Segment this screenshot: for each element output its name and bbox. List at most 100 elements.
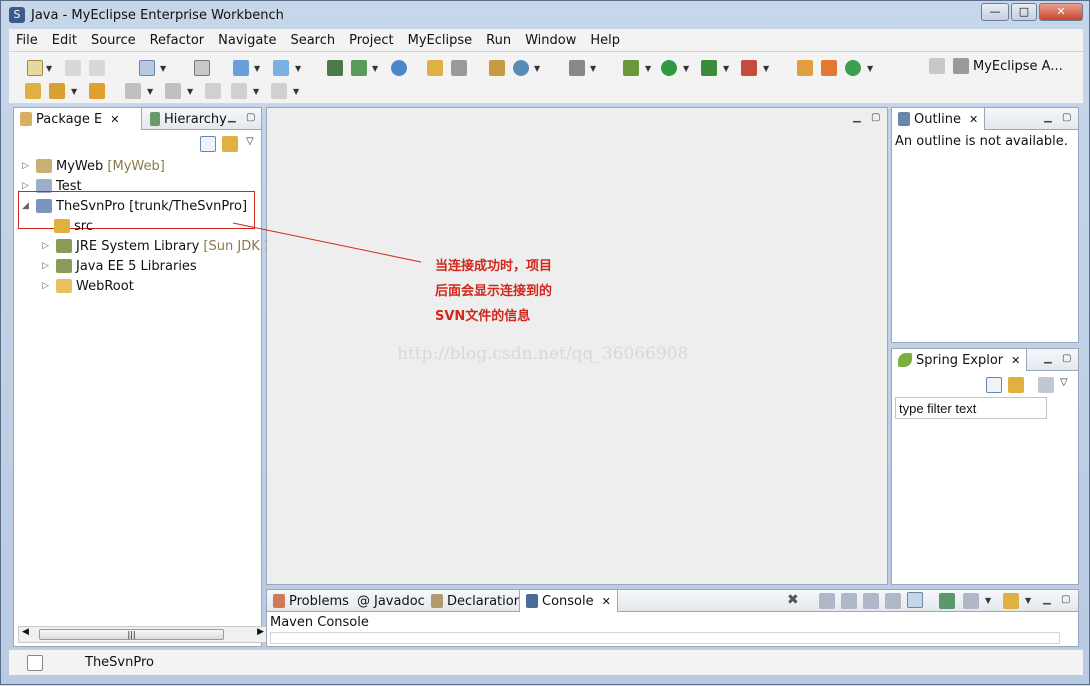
coverage-icon[interactable] [741,60,757,76]
close-icon[interactable]: ✕ [602,595,611,608]
previous-annotation-dropdown-icon[interactable]: ▼ [187,87,193,96]
show-console-icon[interactable] [907,592,923,608]
menu-myeclipse[interactable]: MyEclipse [401,33,480,48]
web-services-icon[interactable] [513,60,529,76]
run-external-icon[interactable] [701,60,717,76]
new-class-icon[interactable] [351,60,367,76]
expand-arrow-icon[interactable]: ▷ [22,161,36,171]
maximize-editor-icon[interactable]: ▢ [871,112,880,123]
pin-console-icon[interactable] [939,593,955,609]
scroll-left-icon[interactable]: ◀ [22,627,29,637]
maximize-button[interactable]: □ [1011,3,1037,21]
close-icon[interactable]: ✕ [1011,354,1020,367]
collapse-all-icon[interactable] [986,377,1002,393]
camera-icon[interactable] [569,60,585,76]
previous-annotation-icon[interactable] [165,83,181,99]
menu-refactor[interactable]: Refactor [143,33,212,48]
tab-declaration[interactable]: Declaration [425,590,528,612]
tab-outline[interactable]: Outline ✕ [892,108,986,130]
menu-project[interactable]: Project [342,33,400,48]
sort-icon[interactable] [1038,377,1054,393]
open-console-dropdown-icon[interactable]: ▼ [1025,596,1031,605]
remove-launch-icon[interactable] [819,593,835,609]
close-button[interactable]: ✕ [1039,3,1083,21]
minimize-view-icon[interactable]: ▁ [228,112,236,123]
close-icon[interactable]: ✕ [969,113,978,126]
remove-all-icon[interactable] [841,593,857,609]
forward-dropdown-icon[interactable]: ▼ [293,87,299,96]
minimize-view-icon[interactable]: ▁ [1044,353,1052,364]
menu-edit[interactable]: Edit [45,33,84,48]
maximize-view-icon[interactable]: ▢ [1062,353,1071,364]
perspective-switcher[interactable]: MyEclipse A... [929,58,1063,74]
maximize-view-icon[interactable]: ▢ [1062,112,1071,123]
expand-arrow-icon[interactable]: ▷ [42,281,56,291]
open-type-icon[interactable] [327,60,343,76]
tree-item-webroot[interactable]: ▷ WebRoot [42,276,134,296]
tree-item-myweb[interactable]: ▷ MyWeb [MyWeb] [22,156,165,176]
tab-problems[interactable]: Problems [267,590,355,612]
new-class-dropdown-icon[interactable]: ▼ [372,64,378,73]
open-file-icon[interactable] [89,83,105,99]
menu-help[interactable]: Help [583,33,627,48]
web-services-dropdown-icon[interactable]: ▼ [534,64,540,73]
close-icon[interactable]: ✕ [110,113,119,126]
save-icon[interactable] [65,60,81,76]
back-icon[interactable] [231,83,247,99]
view-menu-icon[interactable]: ▽ [1060,377,1068,388]
expand-arrow-icon[interactable]: ▷ [22,181,36,191]
tab-console[interactable]: Console ✕ [519,590,618,612]
last-edit-icon[interactable] [205,83,221,99]
next-annotation-icon[interactable] [125,83,141,99]
new-icon[interactable] [27,60,43,76]
report-icon[interactable] [797,60,813,76]
run-dropdown-icon[interactable]: ▼ [683,64,689,73]
minimize-button[interactable]: — [981,3,1009,21]
display-console-dropdown-icon[interactable]: ▼ [985,596,991,605]
tab-hierarchy[interactable]: Hierarchy [144,108,233,130]
back-dropdown-icon[interactable]: ▼ [253,87,259,96]
collapse-all-icon[interactable] [200,136,216,152]
build-icon[interactable] [49,83,65,99]
run-icon[interactable] [661,60,677,76]
fast-view-icon[interactable] [27,654,43,671]
maximize-view-icon[interactable]: ▢ [246,112,255,123]
print-icon[interactable] [89,60,105,76]
horizontal-scrollbar[interactable]: ◀ ||| ▶ [18,626,268,643]
refresh-icon[interactable] [845,60,861,76]
maximize-view-icon[interactable]: ▢ [1061,594,1070,605]
minimize-view-icon[interactable]: ▁ [1043,594,1051,605]
debug-icon[interactable] [623,60,639,76]
menu-source[interactable]: Source [84,33,143,48]
build-dropdown-icon[interactable]: ▼ [71,87,77,96]
run-external-dropdown-icon[interactable]: ▼ [723,64,729,73]
minimize-view-icon[interactable]: ▁ [1044,112,1052,123]
grid-icon[interactable] [821,60,837,76]
tab-javadoc[interactable]: @ Javadoc [351,590,431,612]
menu-file[interactable]: File [9,33,45,48]
ant-icon[interactable] [489,60,505,76]
server-icon[interactable] [194,60,210,76]
tree-item-src[interactable]: src [54,216,93,236]
menu-window[interactable]: Window [518,33,583,48]
console-output[interactable] [270,632,1060,644]
menu-search[interactable]: Search [283,33,342,48]
coverage-dropdown-icon[interactable]: ▼ [763,64,769,73]
project-dropdown-icon[interactable]: ▼ [160,64,166,73]
deploy-dropdown-icon[interactable]: ▼ [254,64,260,73]
tab-package-explorer[interactable]: Package E ✕ [14,108,142,130]
terminate-icon[interactable]: ✖ [787,592,799,608]
open-folder-icon[interactable] [427,60,443,76]
expand-arrow-icon[interactable]: ▷ [42,261,56,271]
view-menu-icon[interactable]: ▽ [246,136,254,147]
menu-run[interactable]: Run [479,33,518,48]
link-with-editor-icon[interactable] [1008,377,1024,393]
search-wizard-icon[interactable] [273,60,289,76]
display-console-icon[interactable] [963,593,979,609]
tab-spring-explorer[interactable]: Spring Explor ✕ [892,349,1028,371]
browser-icon[interactable] [391,60,407,76]
scrollbar-thumb[interactable]: ||| [39,629,224,640]
forward-icon[interactable] [271,83,287,99]
new-web-project-icon[interactable] [139,60,155,76]
open-console-icon[interactable] [1003,593,1019,609]
